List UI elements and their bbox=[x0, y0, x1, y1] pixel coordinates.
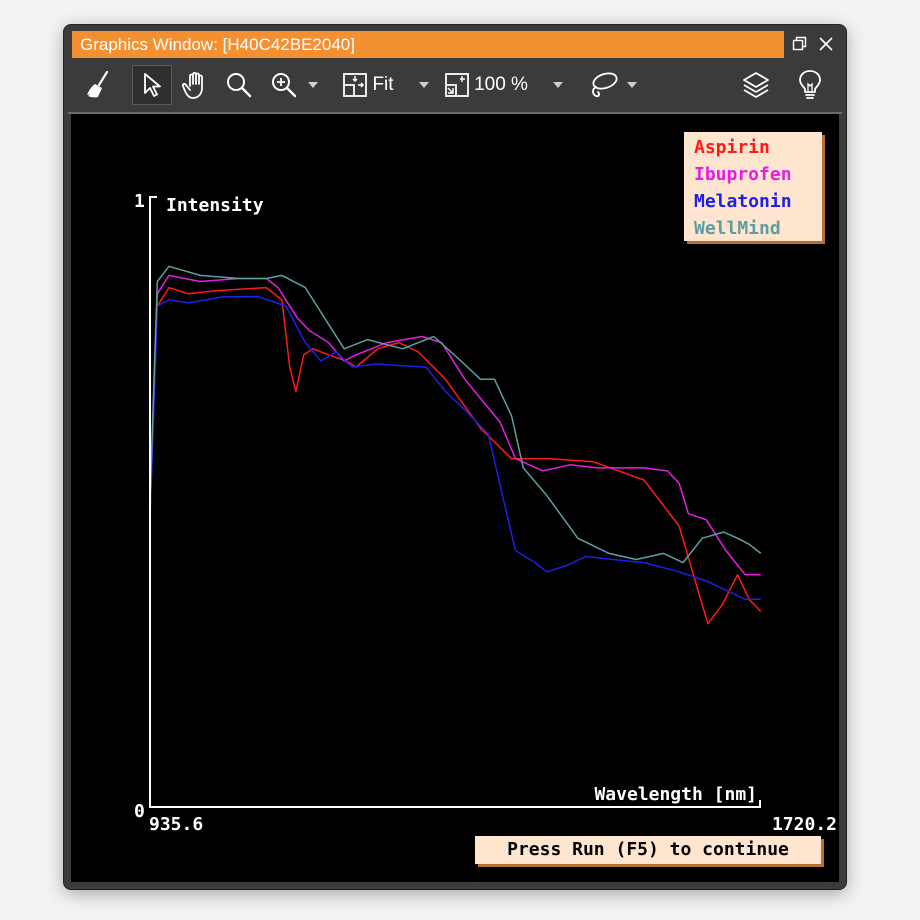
zoom-in-button[interactable] bbox=[266, 65, 322, 105]
zoom-tool-button[interactable] bbox=[222, 65, 256, 105]
window-title: Graphics Window: [H40C42BE2040] bbox=[72, 31, 784, 58]
restore-icon bbox=[792, 36, 807, 51]
layers-button[interactable] bbox=[738, 65, 774, 105]
zoom-percent-icon bbox=[445, 73, 469, 97]
pan-tool-button[interactable] bbox=[178, 65, 216, 105]
close-icon bbox=[819, 37, 833, 51]
chevron-down-icon bbox=[553, 82, 563, 88]
pan-hand-icon bbox=[181, 71, 203, 99]
toolbar: Fit 100 % bbox=[64, 61, 846, 111]
series-line-melatonin bbox=[149, 296, 761, 601]
series-line-ibuprofen bbox=[149, 274, 761, 576]
lasso-tool-button[interactable] bbox=[582, 65, 642, 105]
legend-entry-wellmind: WellMind bbox=[694, 218, 781, 239]
zoom-in-icon bbox=[272, 73, 297, 98]
graphics-window: Graphics Window: [H40C42BE2040] Fit 100 … bbox=[64, 25, 846, 889]
zoom-percent-button[interactable]: 100 % bbox=[440, 65, 532, 105]
x-tick-min: 935.6 bbox=[149, 814, 203, 835]
press-run-prompt[interactable]: Press Run (F5) to continue bbox=[475, 836, 821, 864]
broom-icon bbox=[87, 70, 109, 98]
zoom-percent-dropdown[interactable] bbox=[548, 65, 568, 105]
legend-entry-aspirin: Aspirin bbox=[694, 137, 770, 158]
clear-button[interactable] bbox=[82, 65, 116, 105]
lasso-icon bbox=[592, 72, 618, 98]
chevron-down-icon bbox=[308, 82, 318, 88]
fit-label: Fit bbox=[372, 74, 394, 95]
fit-button[interactable]: Fit bbox=[338, 65, 398, 105]
y-axis-label: Intensity bbox=[166, 195, 264, 216]
zoom-icon bbox=[227, 73, 252, 98]
chart-legend: Aspirin Ibuprofen Melatonin WellMind bbox=[684, 132, 822, 241]
series-line-aspirin bbox=[149, 286, 762, 625]
graphics-canvas[interactable]: 1 0 Intensity Wavelength [nm] 935.6 1720… bbox=[71, 114, 839, 882]
y-tick-max: 1 bbox=[134, 191, 145, 212]
layers-icon bbox=[743, 72, 769, 98]
fit-icon bbox=[343, 73, 368, 97]
fit-dropdown[interactable] bbox=[414, 65, 434, 105]
chevron-down-icon bbox=[419, 82, 429, 88]
y-tick-min: 0 bbox=[134, 801, 145, 822]
legend-entry-ibuprofen: Ibuprofen bbox=[694, 164, 792, 185]
select-arrow-icon bbox=[144, 73, 161, 97]
select-tool-button[interactable] bbox=[132, 65, 172, 105]
hint-button[interactable] bbox=[792, 65, 828, 105]
chevron-down-icon bbox=[627, 82, 637, 88]
lightbulb-icon bbox=[799, 70, 821, 99]
x-tick-max: 1720.2 bbox=[772, 814, 837, 835]
close-window-button[interactable] bbox=[815, 32, 837, 56]
legend-entry-melatonin: Melatonin bbox=[694, 191, 792, 212]
series-line-wellmind bbox=[149, 265, 762, 564]
restore-window-button[interactable] bbox=[789, 32, 811, 56]
zoom-percent-label: 100 % bbox=[474, 74, 528, 95]
x-axis-label: Wavelength [nm] bbox=[594, 784, 757, 805]
